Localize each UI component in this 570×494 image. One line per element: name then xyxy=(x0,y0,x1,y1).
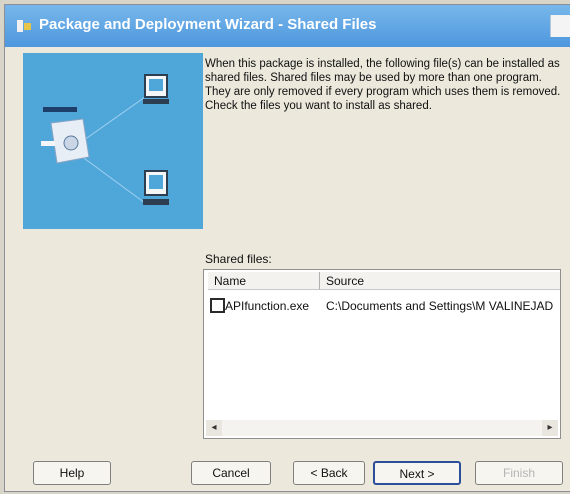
next-button[interactable]: Next > xyxy=(373,461,461,485)
package-icon xyxy=(41,107,90,164)
wizard-illustration xyxy=(23,53,203,229)
scroll-left-icon[interactable]: ◂ xyxy=(206,420,222,436)
close-icon[interactable] xyxy=(550,15,570,37)
wizard-window: Package and Deployment Wizard - Shared F… xyxy=(4,4,570,492)
window-title: Package and Deployment Wizard - Shared F… xyxy=(39,16,377,33)
scroll-right-icon[interactable]: ▸ xyxy=(542,420,558,436)
file-source: C:\Documents and Settings\M VALINEJAD xyxy=(326,299,554,313)
back-button[interactable]: < Back xyxy=(293,461,365,485)
computer-icon xyxy=(143,170,169,205)
horizontal-scrollbar[interactable]: ◂ ▸ xyxy=(206,420,558,436)
column-header-name[interactable]: Name xyxy=(208,272,320,290)
help-button[interactable]: Help xyxy=(33,461,111,485)
list-header: Name Source xyxy=(208,272,560,290)
computer-icon xyxy=(143,74,169,104)
shared-files-label: Shared files: xyxy=(205,252,272,266)
column-header-source[interactable]: Source xyxy=(320,272,560,290)
shared-files-list[interactable]: Name Source APIfunction.exe C:\Documents… xyxy=(203,269,561,439)
shared-file-checkbox[interactable] xyxy=(210,298,225,313)
file-name: APIfunction.exe xyxy=(225,299,310,313)
app-icon xyxy=(17,20,31,32)
title-bar: Package and Deployment Wizard - Shared F… xyxy=(5,5,570,47)
description-text: When this package is installed, the foll… xyxy=(205,58,561,112)
finish-button[interactable]: Finish xyxy=(475,461,563,485)
table-row[interactable]: APIfunction.exe C:\Documents and Setting… xyxy=(208,297,560,315)
cancel-button[interactable]: Cancel xyxy=(191,461,271,485)
